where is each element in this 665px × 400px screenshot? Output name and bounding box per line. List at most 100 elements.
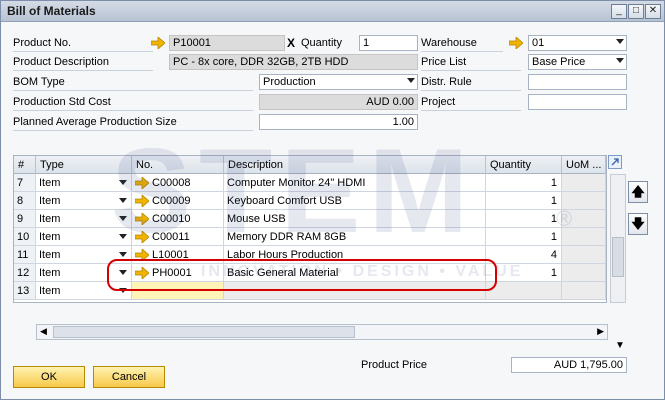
row-item-no-cell[interactable]: C00010 <box>132 210 224 228</box>
minimize-icon[interactable]: _ <box>611 4 627 19</box>
quantity-label: Quantity <box>301 37 342 49</box>
product-price-label: Product Price <box>361 359 428 371</box>
row-number: 8 <box>14 192 36 210</box>
row-type-value: Item <box>39 285 61 297</box>
row-quantity-cell[interactable]: 1 <box>486 210 562 228</box>
close-icon[interactable]: ✕ <box>645 4 661 19</box>
table-row[interactable]: 8 Item C00009 Keyboard Comfort USB 1 <box>14 192 606 210</box>
table-row[interactable]: 10 Item C00011 Memory DDR RAM 8GB 1 <box>14 228 606 246</box>
product-price-field[interactable]: AUD 1,795.00 <box>511 357 627 373</box>
chevron-down-icon[interactable] <box>119 198 127 203</box>
column-header-description[interactable]: Description <box>224 156 486 174</box>
row-description-cell[interactable]: Mouse USB <box>224 210 486 228</box>
row-description-cell[interactable]: Computer Monitor 24" HDMI <box>224 174 486 192</box>
scroll-right-icon[interactable]: ▶ <box>597 326 604 337</box>
row-type-cell[interactable]: Item <box>36 228 132 246</box>
distr-rule-field[interactable] <box>528 74 627 90</box>
product-description-field[interactable]: PC - 8x core, DDR 32GB, 2TB HDD <box>169 54 418 70</box>
row-description-cell[interactable]: Keyboard Comfort USB <box>224 192 486 210</box>
chevron-down-icon[interactable] <box>119 252 127 257</box>
link-arrow-icon[interactable] <box>509 37 523 49</box>
row-uom-cell[interactable] <box>562 174 606 192</box>
bom-type-label: BOM Type <box>13 74 253 91</box>
warehouse-value: 01 <box>532 37 545 49</box>
project-field[interactable] <box>528 94 627 110</box>
link-arrow-icon[interactable] <box>134 230 150 244</box>
row-item-no-value: C00011 <box>152 231 190 243</box>
chevron-down-icon[interactable] <box>119 216 127 221</box>
row-quantity-cell[interactable]: 1 <box>486 174 562 192</box>
link-arrow-icon[interactable] <box>151 37 165 49</box>
row-type-cell[interactable]: Item <box>36 174 132 192</box>
row-number: 13 <box>14 282 36 300</box>
price-list-select[interactable]: Base Price <box>528 54 627 70</box>
row-type-cell[interactable]: Item <box>36 192 132 210</box>
quantity-field[interactable]: 1 <box>359 35 418 51</box>
chevron-down-icon[interactable] <box>616 58 624 63</box>
table-row[interactable]: 9 Item C00010 Mouse USB 1 <box>14 210 606 228</box>
planned-avg-label: Planned Average Production Size <box>13 114 253 131</box>
table-row[interactable]: 7 Item C00008 Computer Monitor 24" HDMI 1 <box>14 174 606 192</box>
chevron-down-icon[interactable] <box>407 78 415 83</box>
column-header-quantity[interactable]: Quantity <box>486 156 562 174</box>
table-horizontal-scrollbar[interactable]: ◀ ▶ <box>36 324 608 340</box>
row-type-value: Item <box>39 195 61 207</box>
move-up-button[interactable]: 🡅 <box>628 181 648 203</box>
std-cost-field[interactable]: AUD 0.00 <box>259 94 418 110</box>
row-description-cell[interactable]: Memory DDR RAM 8GB <box>224 228 486 246</box>
row-uom-cell[interactable] <box>562 192 606 210</box>
chevron-down-icon[interactable] <box>119 180 127 185</box>
window-title: Bill of Materials <box>7 4 96 18</box>
warehouse-select[interactable]: 01 <box>528 35 627 51</box>
column-header-no[interactable]: No. <box>132 156 224 174</box>
move-down-button[interactable]: 🡇 <box>628 213 648 235</box>
row-quantity-cell[interactable]: 1 <box>486 228 562 246</box>
column-header-type[interactable]: Type <box>36 156 132 174</box>
row-uom-cell[interactable] <box>562 282 606 300</box>
distr-rule-label: Distr. Rule <box>421 74 521 91</box>
bom-type-select[interactable]: Production <box>259 74 418 90</box>
row-type-value: Item <box>39 249 61 261</box>
std-cost-label: Production Std Cost <box>13 94 253 111</box>
column-header-num[interactable]: # <box>14 156 36 174</box>
table-settings-icon[interactable] <box>608 155 622 169</box>
link-arrow-icon[interactable] <box>134 212 150 226</box>
row-item-no-cell[interactable]: C00008 <box>132 174 224 192</box>
scroll-left-icon[interactable]: ◀ <box>40 326 47 337</box>
maximize-icon[interactable]: □ <box>628 4 644 19</box>
row-uom-cell[interactable] <box>562 264 606 282</box>
chevron-down-icon[interactable] <box>119 234 127 239</box>
cancel-button[interactable]: Cancel <box>93 366 165 388</box>
row-number: 10 <box>14 228 36 246</box>
row-type-value: Item <box>39 231 61 243</box>
link-arrow-icon[interactable] <box>134 176 150 190</box>
product-no-field[interactable]: P10001 <box>169 35 285 51</box>
row-item-no-cell[interactable]: C00011 <box>132 228 224 246</box>
row-uom-cell[interactable] <box>562 228 606 246</box>
row-type-value: Item <box>39 213 61 225</box>
row-type-value: Item <box>39 267 61 279</box>
row-number: 7 <box>14 174 36 192</box>
bom-window: Bill of Materials _ □ ✕ Product No. P100… <box>0 0 665 400</box>
row-quantity-cell[interactable] <box>486 282 562 300</box>
row-quantity-cell[interactable]: 4 <box>486 246 562 264</box>
scrollbar-thumb[interactable] <box>53 326 355 338</box>
row-type-value: Item <box>39 177 61 189</box>
price-list-value: Base Price <box>532 56 586 68</box>
expand-down-icon[interactable]: ▼ <box>615 340 625 351</box>
column-header-uom[interactable]: UoM ... <box>562 156 606 174</box>
ok-button[interactable]: OK <box>13 366 85 388</box>
times-label: X <box>287 36 296 50</box>
table-vertical-scrollbar[interactable] <box>610 174 626 303</box>
row-quantity-cell[interactable]: 1 <box>486 192 562 210</box>
planned-avg-field[interactable]: 1.00 <box>259 114 418 130</box>
project-label: Project <box>421 94 521 111</box>
row-uom-cell[interactable] <box>562 210 606 228</box>
link-arrow-icon[interactable] <box>134 194 150 208</box>
row-quantity-cell[interactable]: 1 <box>486 264 562 282</box>
scrollbar-thumb[interactable] <box>612 237 624 277</box>
chevron-down-icon[interactable] <box>616 39 624 44</box>
row-uom-cell[interactable] <box>562 246 606 264</box>
row-item-no-cell[interactable]: C00009 <box>132 192 224 210</box>
row-type-cell[interactable]: Item <box>36 210 132 228</box>
